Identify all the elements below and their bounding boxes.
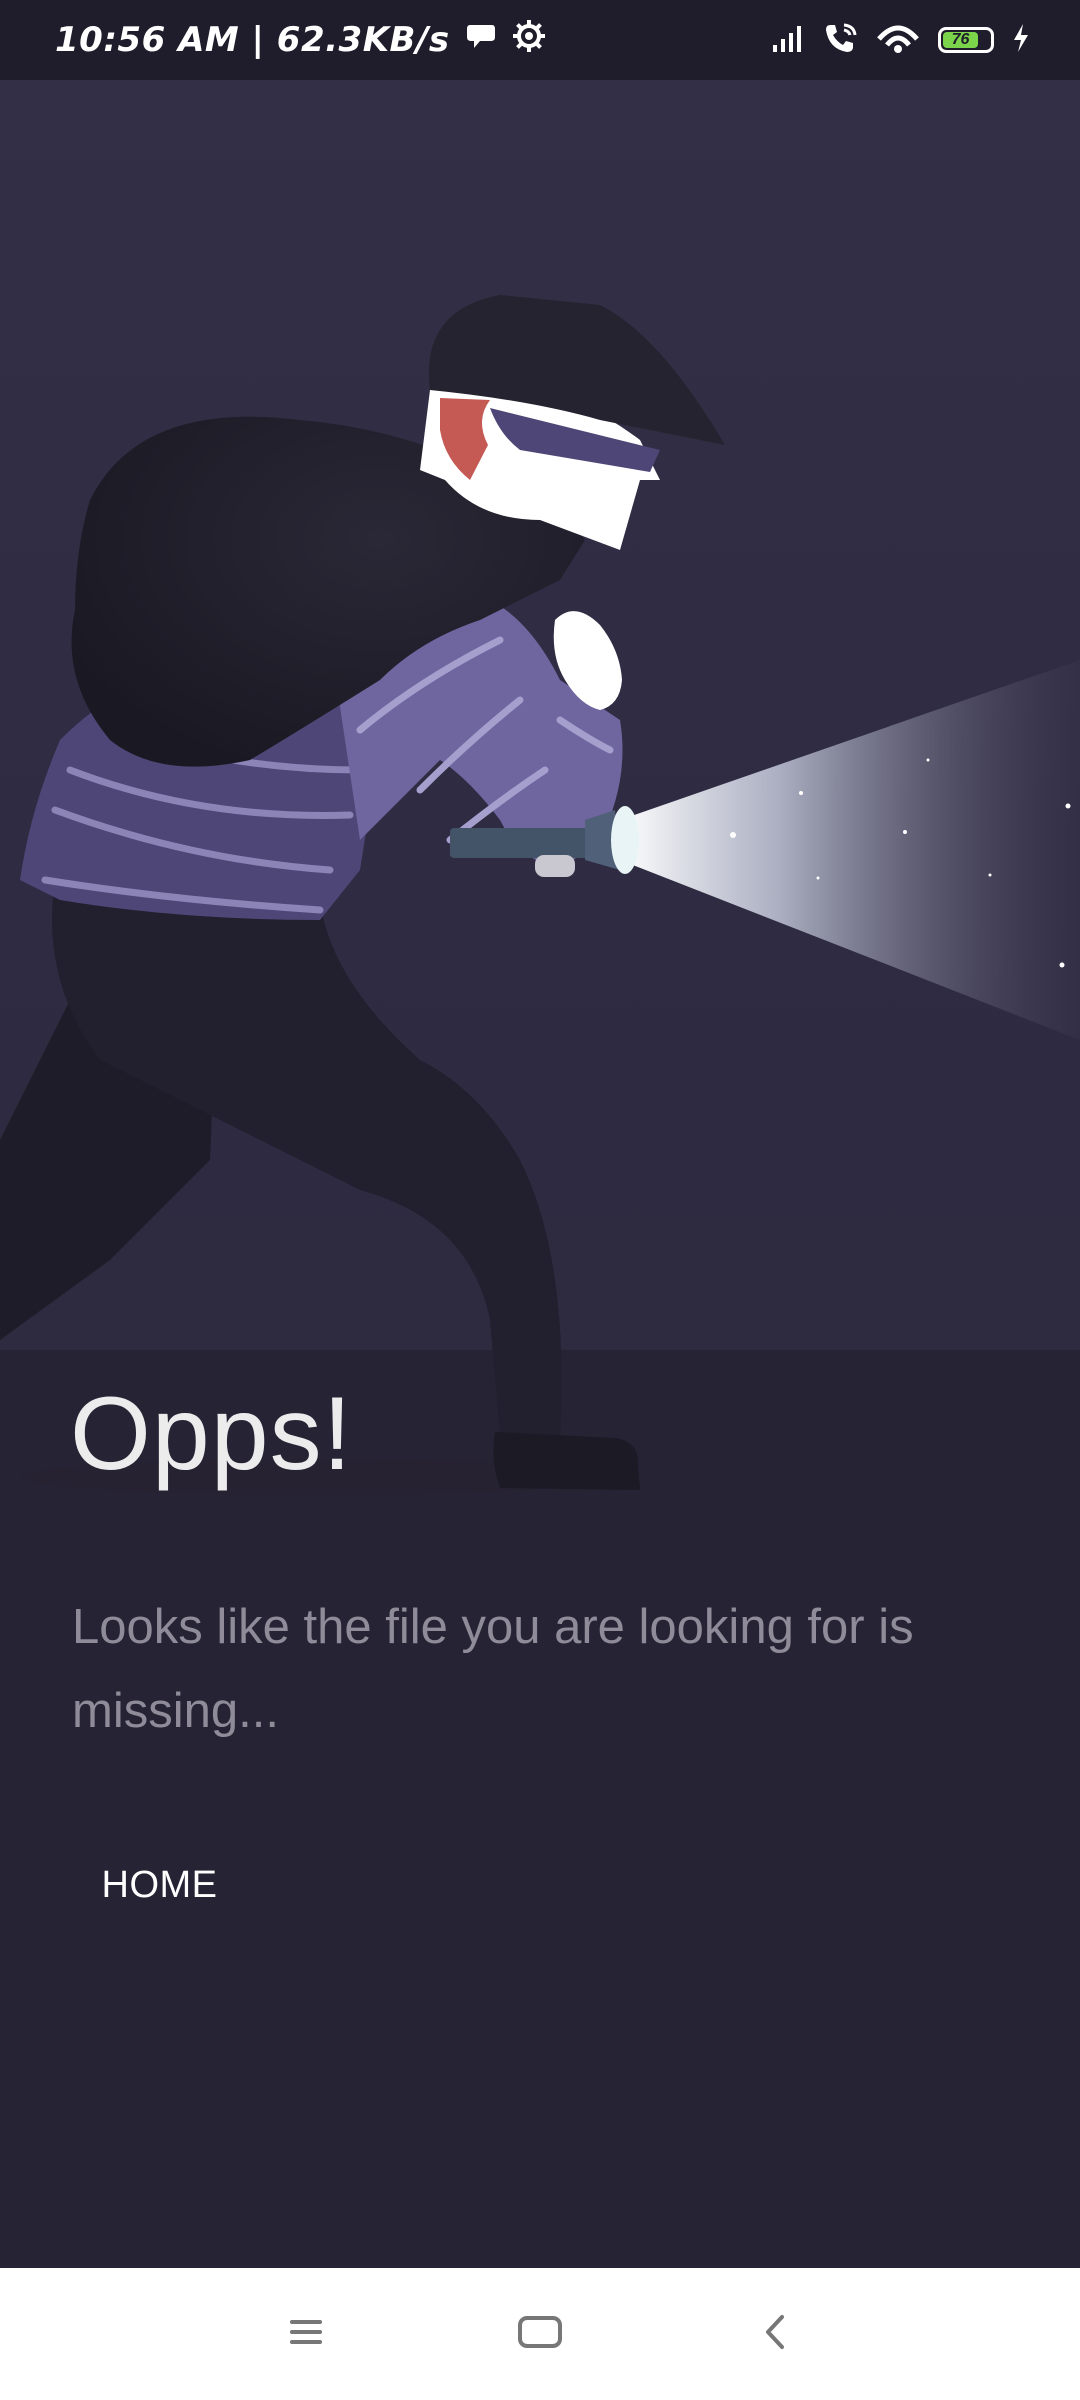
status-right: 76 bbox=[772, 0, 1030, 80]
error-message: Looks like the file you are looking for … bbox=[72, 1600, 914, 1738]
status-bar: 10:56 AM | 62.3KB/s 76 bbox=[0, 0, 1080, 80]
status-time-speed: 10:56 AM | 62.3KB/s bbox=[55, 20, 450, 60]
menu-icon bbox=[288, 2316, 324, 2353]
flashlight-beam bbox=[620, 660, 1080, 1040]
battery-level-text: 76 bbox=[951, 31, 970, 48]
chat-bubble-icon bbox=[466, 20, 496, 60]
flashlight-handle bbox=[450, 828, 590, 858]
back-nav-button[interactable] bbox=[714, 2268, 834, 2400]
signal-icon bbox=[772, 23, 806, 58]
battery-icon: 76 bbox=[938, 27, 994, 53]
home-button[interactable]: HOME bbox=[72, 1840, 247, 1930]
menu-button[interactable] bbox=[246, 2268, 366, 2400]
flashlight-lens bbox=[611, 806, 639, 874]
burglar-illustration bbox=[0, 295, 1080, 1495]
battery-level: 76 bbox=[943, 31, 978, 48]
home-square-icon bbox=[517, 2314, 563, 2355]
gear-icon bbox=[512, 19, 546, 62]
shoe bbox=[493, 1432, 640, 1490]
navigation-bar bbox=[0, 2268, 1080, 2400]
home-nav-button[interactable] bbox=[480, 2268, 600, 2400]
hotspot-icon bbox=[876, 21, 920, 60]
status-left: 10:56 AM | 62.3KB/s bbox=[55, 0, 546, 80]
back-icon bbox=[760, 2312, 788, 2357]
wifi-calling-icon bbox=[824, 22, 858, 59]
fingers bbox=[535, 855, 575, 877]
page-title: Opps! bbox=[70, 1376, 353, 1492]
charging-icon bbox=[1012, 23, 1030, 58]
